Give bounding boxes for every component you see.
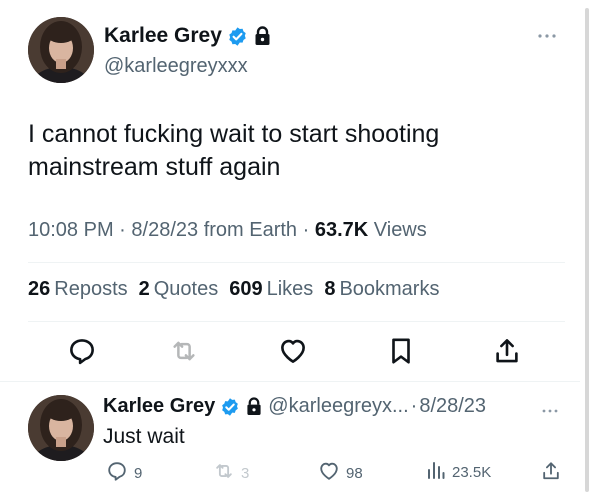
meta-separator: · (302, 219, 315, 241)
reply-share-button[interactable] (541, 460, 561, 486)
views-icon (426, 460, 446, 484)
tweet-text: I cannot fucking wait to start shooting … (28, 120, 440, 181)
reply-like-button[interactable]: 98 (318, 460, 363, 486)
stat-count: 2 (138, 278, 150, 300)
protected-lock-icon (254, 26, 271, 46)
avatar[interactable] (28, 395, 94, 461)
avatar-image (28, 395, 94, 461)
meta-separator: · (410, 395, 418, 417)
stat-count: 26 (28, 278, 51, 300)
like-count: 98 (346, 464, 363, 482)
share-icon[interactable] (493, 336, 521, 366)
protected-lock-icon (246, 397, 262, 416)
reply-date[interactable]: 8/28/23 (419, 395, 486, 418)
stat-reposts[interactable]: 26 Reposts (28, 278, 128, 301)
bookmark-icon[interactable] (387, 336, 415, 366)
stat-bookmarks[interactable]: 8 Bookmarks (324, 278, 439, 301)
reply-text: Just wait (103, 425, 185, 448)
stat-likes[interactable]: 609 Likes (229, 278, 313, 301)
stat-label: Likes (266, 278, 314, 300)
scrollbar[interactable] (585, 8, 589, 492)
stat-label: Quotes (153, 278, 219, 300)
divider (0, 381, 580, 382)
divider (28, 321, 565, 322)
verified-badge-icon (220, 397, 240, 417)
reply-count: 9 (134, 464, 143, 482)
share-icon (541, 460, 561, 486)
verified-badge-icon (227, 26, 248, 47)
divider (28, 262, 565, 263)
views-label: Views (373, 219, 427, 241)
stat-label: Reposts (54, 278, 128, 300)
reply-author-handle[interactable]: @karleegreyx... (268, 395, 408, 418)
repost-icon[interactable] (169, 336, 199, 366)
tweet-action-bar (0, 336, 591, 366)
repost-icon (213, 460, 235, 486)
avatar-image (28, 17, 94, 83)
like-icon (318, 460, 340, 486)
reply-repost-button[interactable]: 3 (213, 460, 249, 486)
reply-author-row: Karlee Grey @karleegreyx... · 8/28/23 (103, 395, 486, 418)
meta-separator: · (119, 219, 132, 241)
stat-quotes[interactable]: 2 Quotes (139, 278, 219, 301)
tweet-time[interactable]: 10:08 PM (28, 219, 114, 241)
tweet-meta: 10:08 PM · 8/28/23 from Earth · 63.7K Vi… (28, 219, 427, 242)
reply-action-bar: 9 3 98 23.5K (0, 460, 591, 484)
author-display-name[interactable]: Karlee Grey (104, 24, 222, 48)
reply-icon (106, 460, 128, 486)
more-horizontal-icon[interactable] (541, 401, 559, 419)
like-icon[interactable] (278, 336, 308, 366)
tweet-date[interactable]: 8/28/23 (131, 219, 198, 241)
more-horizontal-icon[interactable] (537, 26, 557, 44)
author-handle[interactable]: @karleegreyxxx (104, 55, 248, 78)
views-count: 63.7K (314, 219, 369, 241)
tweet-source: from Earth (203, 219, 298, 241)
reply-icon[interactable] (67, 336, 97, 366)
views-count: 23.5K (452, 463, 492, 481)
stat-label: Bookmarks (339, 278, 440, 300)
author-row: Karlee Grey (104, 24, 271, 48)
reply-views-button[interactable]: 23.5K (426, 460, 491, 484)
reply-reply-button[interactable]: 9 (106, 460, 142, 486)
engagement-stats: 26 Reposts 2 Quotes 609 Likes 8 Bookmarks (28, 278, 439, 301)
stat-count: 8 (324, 278, 336, 300)
stat-count: 609 (229, 278, 263, 300)
avatar[interactable] (28, 17, 94, 83)
repost-count: 3 (241, 464, 250, 482)
reply-author-display-name[interactable]: Karlee Grey (103, 395, 215, 418)
